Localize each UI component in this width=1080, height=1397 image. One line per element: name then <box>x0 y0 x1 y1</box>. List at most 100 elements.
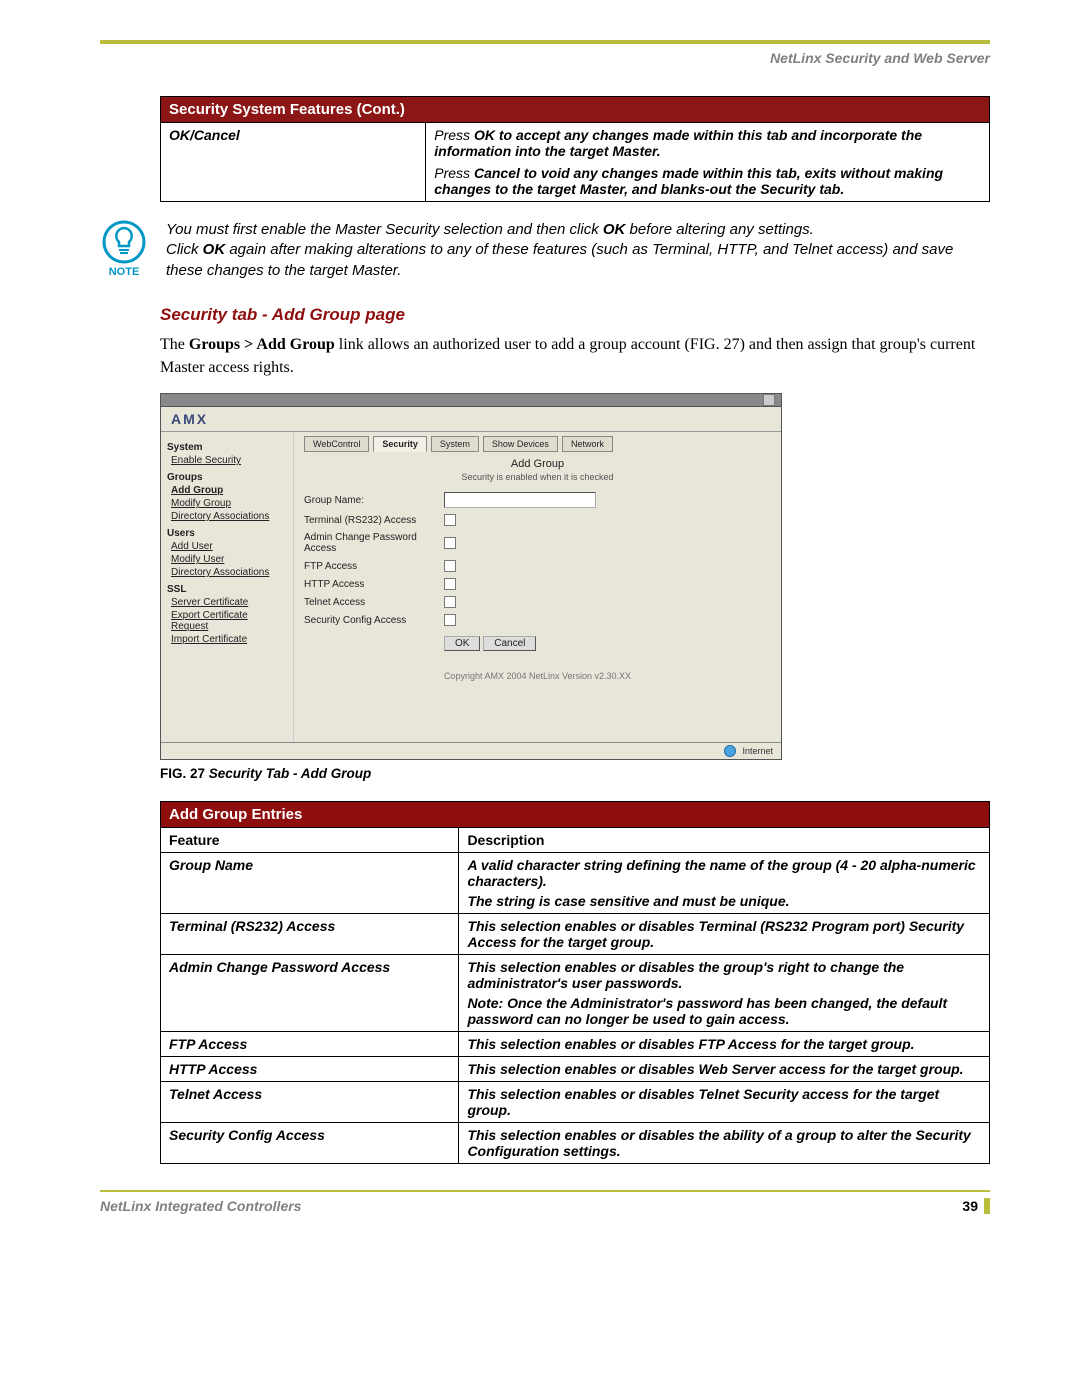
shot-scrollbar-top <box>161 394 781 407</box>
t2r0-d2: The string is case sensitive and must be… <box>467 893 789 909</box>
t1-d2-bold: Cancel <box>474 165 520 181</box>
cb-telnet[interactable] <box>444 596 456 608</box>
lbl-secconf: Security Config Access <box>304 615 444 626</box>
shot-title: Add Group <box>304 458 771 470</box>
t2r0-f: Group Name <box>161 853 459 914</box>
note-l2c: again after making alterations to any of… <box>166 241 953 278</box>
note-l1c: before altering any settings. <box>625 221 813 238</box>
t1-d1-bold: OK <box>474 127 495 143</box>
side-users: Users <box>167 528 287 539</box>
side-ssl: SSL <box>167 584 287 595</box>
note-label: NOTE <box>109 266 140 278</box>
t2r3-d: This selection enables or disables FTP A… <box>459 1032 990 1057</box>
cb-admin-pw[interactable] <box>444 537 456 549</box>
t2r4-f: HTTP Access <box>161 1057 459 1082</box>
lbl-terminal: Terminal (RS232) Access <box>304 515 444 526</box>
security-features-table: OK/Cancel Press OK to accept any changes… <box>160 122 990 202</box>
note-l1a: You must first enable the Master Securit… <box>166 221 603 238</box>
tab-security[interactable]: Security <box>373 436 427 452</box>
side-system: System <box>167 442 287 453</box>
side-server-cert[interactable]: Server Certificate <box>171 597 287 608</box>
lightbulb-icon: NOTE <box>100 220 148 278</box>
t2r4-d: This selection enables or disables Web S… <box>459 1057 990 1082</box>
lbl-admin-pw: Admin Change Password Access <box>304 532 444 554</box>
shot-statusbar: Internet <box>161 742 781 759</box>
lbl-group-name: Group Name: <box>304 495 444 506</box>
t2r0-d: A valid character string defining the na… <box>459 853 990 914</box>
side-enable-security[interactable]: Enable Security <box>171 455 287 466</box>
t2r6-f: Security Config Access <box>161 1123 459 1164</box>
cb-ftp[interactable] <box>444 560 456 572</box>
section-heading: Security tab - Add Group page <box>160 305 990 325</box>
ok-button[interactable]: OK <box>444 636 480 651</box>
cb-http[interactable] <box>444 578 456 590</box>
side-export-cert[interactable]: Export Certificate Request <box>171 610 287 632</box>
side-dir-assoc-1[interactable]: Directory Associations <box>171 511 287 522</box>
shot-tabs: WebControl Security System Show Devices … <box>304 436 771 452</box>
input-group-name[interactable] <box>444 492 596 508</box>
note-l1b: OK <box>603 221 626 238</box>
add-group-entries-table: Feature Description Group Name A valid c… <box>160 827 990 1164</box>
page-number: 39 <box>962 1198 990 1214</box>
note-block: NOTE You must first enable the Master Se… <box>100 220 990 281</box>
page: NetLinx Security and Web Server Security… <box>0 0 1080 1254</box>
side-groups: Groups <box>167 472 287 483</box>
note-l2b: OK <box>203 241 226 258</box>
cb-terminal[interactable] <box>444 514 456 526</box>
note-l2a: Click <box>166 241 203 258</box>
t2r5-d: This selection enables or disables Telne… <box>459 1082 990 1123</box>
side-add-user[interactable]: Add User <box>171 541 287 552</box>
shot-subtitle: Security is enabled when it is checked <box>304 472 771 482</box>
footer: NetLinx Integrated Controllers 39 <box>100 1190 990 1214</box>
t2r2-d1: This selection enables or disables the g… <box>467 959 904 991</box>
t1-d2-prefix: Press <box>434 165 474 181</box>
content-column: Security System Features (Cont.) OK/Canc… <box>160 96 990 1164</box>
t2r3-f: FTP Access <box>161 1032 459 1057</box>
note-text: You must first enable the Master Securit… <box>166 220 990 281</box>
status-text: Internet <box>742 746 773 756</box>
tab-network[interactable]: Network <box>562 436 613 452</box>
t1-d1-prefix: Press <box>434 127 474 143</box>
tab-webcontrol[interactable]: WebControl <box>304 436 369 452</box>
shot-logo: AMX <box>161 407 781 432</box>
side-dir-assoc-2[interactable]: Directory Associations <box>171 567 287 578</box>
t2r2-f: Admin Change Password Access <box>161 955 459 1032</box>
side-modify-user[interactable]: Modify User <box>171 554 287 565</box>
shot-copyright: Copyright AMX 2004 NetLinx Version v2.30… <box>304 671 771 681</box>
top-rule <box>100 40 990 44</box>
para-b: Groups > Add Group <box>189 336 335 353</box>
side-import-cert[interactable]: Import Certificate <box>171 634 287 645</box>
shot-sidebar: System Enable Security Groups Add Group … <box>161 432 294 742</box>
shot-main: WebControl Security System Show Devices … <box>294 432 781 742</box>
t2r5-f: Telnet Access <box>161 1082 459 1123</box>
col-description: Description <box>459 828 990 853</box>
tab-system[interactable]: System <box>431 436 479 452</box>
cancel-button[interactable]: Cancel <box>483 636 536 651</box>
t2r0-d1: A valid character string defining the na… <box>467 857 975 889</box>
figcap-num: FIG. 27 <box>160 766 205 781</box>
col-feature: Feature <box>161 828 459 853</box>
side-add-group[interactable]: Add Group <box>171 485 287 496</box>
table1-row-label: OK/Cancel <box>161 123 426 202</box>
lbl-ftp: FTP Access <box>304 561 444 572</box>
table1-row-desc: Press OK to accept any changes made with… <box>426 123 990 202</box>
lbl-telnet: Telnet Access <box>304 597 444 608</box>
t2r1-d: This selection enables or disables Termi… <box>459 914 990 955</box>
figure-caption: FIG. 27 Security Tab - Add Group <box>160 766 990 781</box>
t1-d1-rest: to accept any changes made within this t… <box>434 127 922 159</box>
footer-left: NetLinx Integrated Controllers <box>100 1198 301 1214</box>
t2r2-d: This selection enables or disables the g… <box>459 955 990 1032</box>
body-paragraph: The Groups > Add Group link allows an au… <box>160 333 990 379</box>
t2r1-f: Terminal (RS232) Access <box>161 914 459 955</box>
side-modify-group[interactable]: Modify Group <box>171 498 287 509</box>
tab-show-devices[interactable]: Show Devices <box>483 436 558 452</box>
para-a: The <box>160 336 189 353</box>
table1-title: Security System Features (Cont.) <box>160 96 990 122</box>
t2r2-d2: Note: Once the Administrator's password … <box>467 995 947 1027</box>
lbl-http: HTTP Access <box>304 579 444 590</box>
table2-title: Add Group Entries <box>160 801 990 827</box>
embedded-screenshot: AMX System Enable Security Groups Add Gr… <box>160 393 782 760</box>
figcap-text: Security Tab - Add Group <box>205 766 371 781</box>
cb-secconf[interactable] <box>444 614 456 626</box>
globe-icon <box>724 745 736 757</box>
